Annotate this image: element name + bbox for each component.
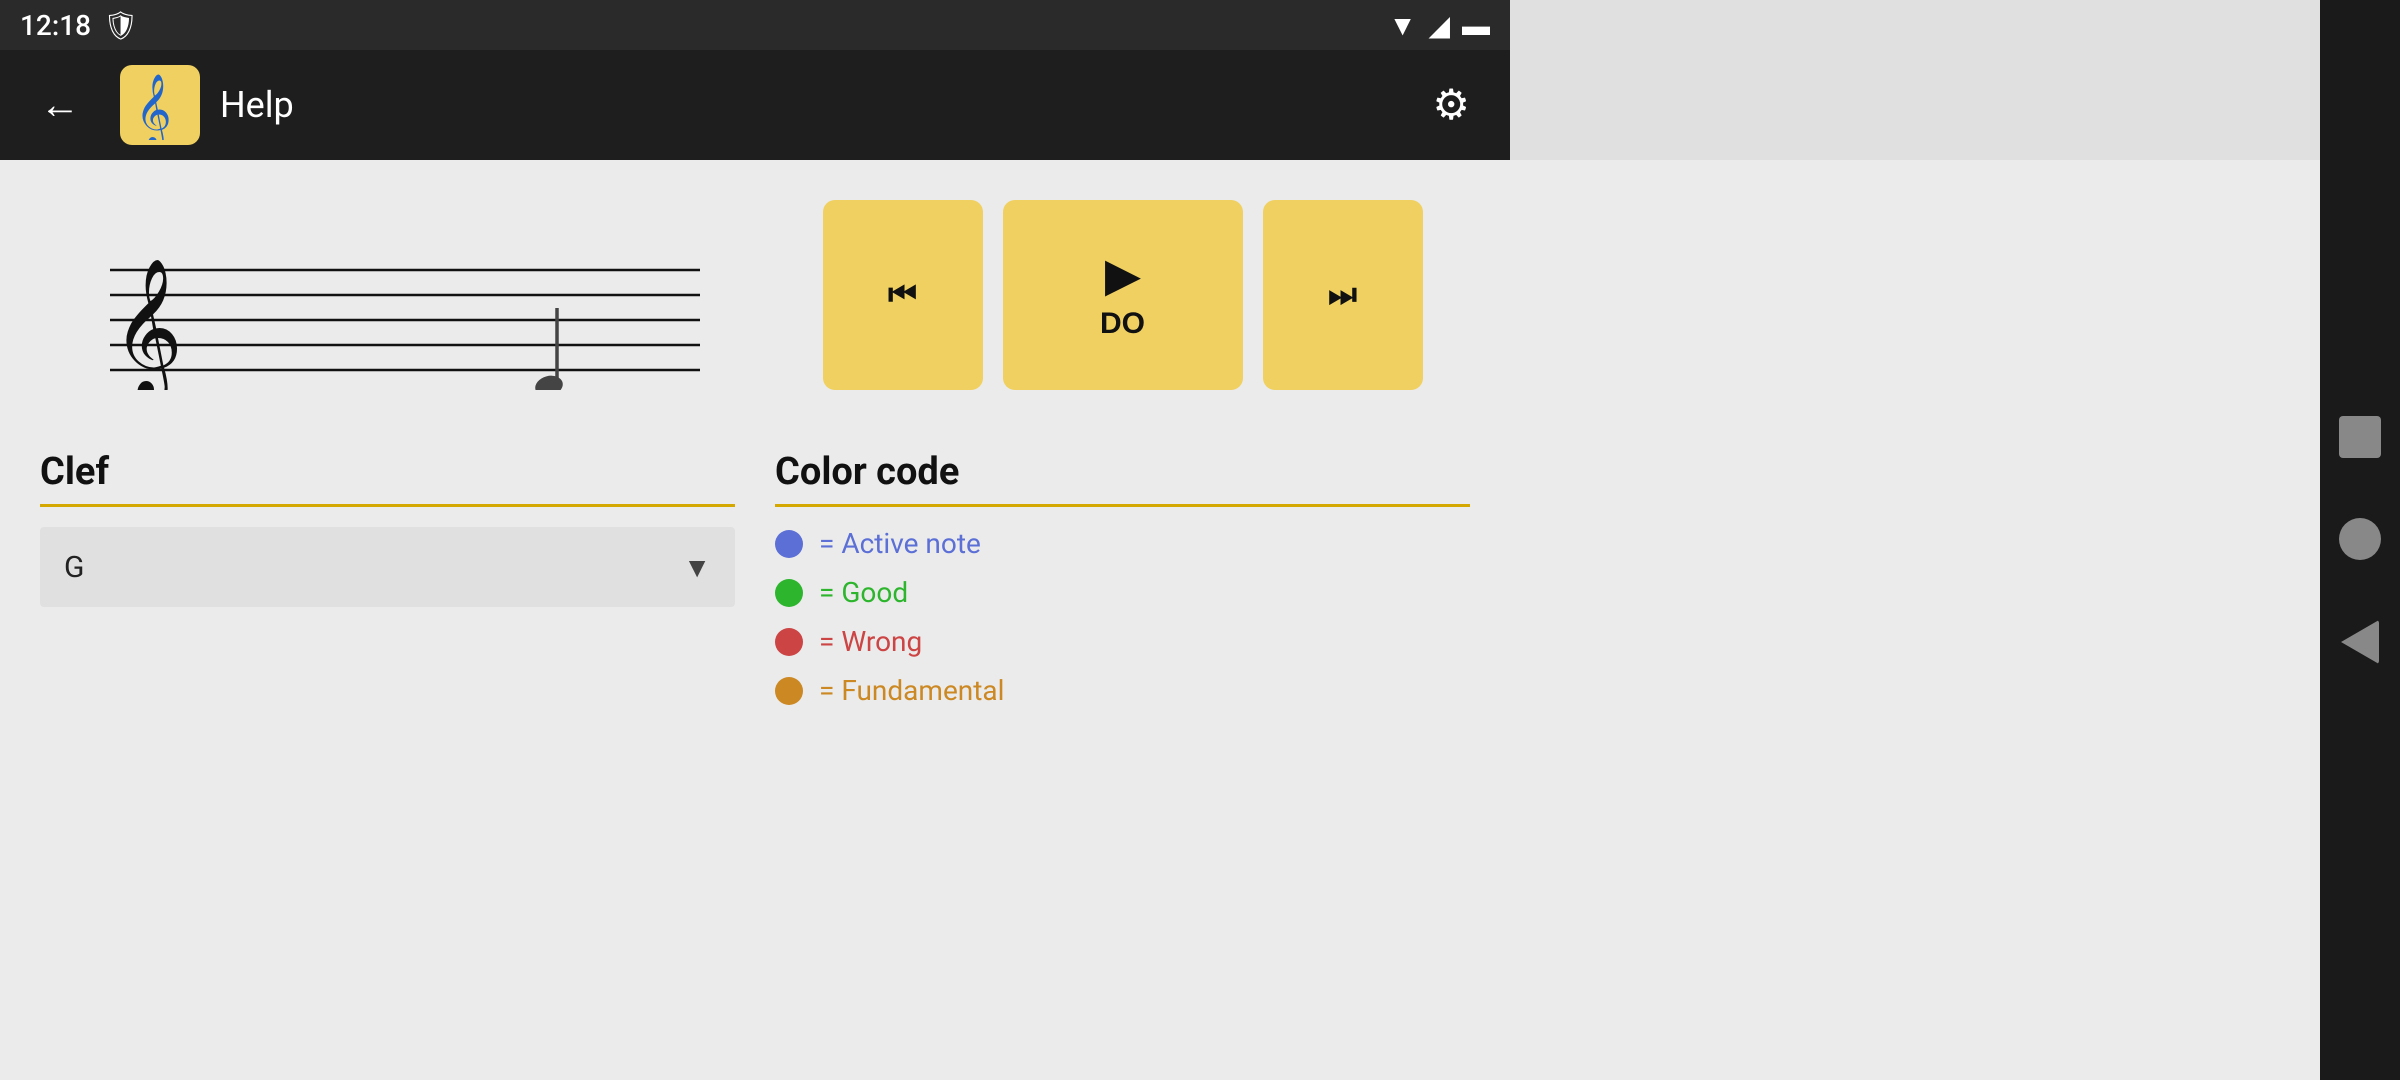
settings-button[interactable]: ⚙ <box>1412 70 1490 140</box>
staff-section: 𝄞 <box>40 190 735 410</box>
color-label: = Active note <box>819 527 981 560</box>
clef-section-title: Clef <box>40 450 735 494</box>
bottom-content-row: Clef G ▼ Color code = Active note= Good=… <box>40 450 1470 707</box>
next-icon: ⏭ <box>1328 276 1357 314</box>
shield-icon: 🛡 <box>103 9 139 42</box>
clef-divider <box>40 504 735 507</box>
app-icon: 𝄞 <box>120 65 200 145</box>
color-dot <box>775 579 803 607</box>
back-button[interactable]: ← <box>20 75 100 135</box>
wifi-icon: ▼ <box>1389 9 1417 42</box>
status-bar-right: ▼ ◢ ▬ <box>1389 9 1490 42</box>
color-item: = Active note <box>775 527 1470 560</box>
home-button[interactable] <box>2339 518 2381 560</box>
color-items-list: = Active note = Good = Wrong = Fundamental <box>775 527 1470 707</box>
side-panel <box>2320 0 2400 1080</box>
battery-icon: ▬ <box>1462 9 1490 42</box>
svg-text:𝄞: 𝄞 <box>112 260 183 390</box>
color-dot <box>775 677 803 705</box>
color-dot <box>775 628 803 656</box>
play-icon: ▶ <box>1106 250 1140 301</box>
color-code-section: Color code = Active note = Good = Wrong = F… <box>775 450 1470 707</box>
clef-value: G <box>64 550 84 585</box>
app-bar: ← 𝄞 Help ⚙ <box>0 50 1510 160</box>
clef-dropdown[interactable]: G ▼ <box>40 527 735 607</box>
playback-section: ⏮ ▶ DO ⏭ <box>775 190 1470 410</box>
page-title: Help <box>220 84 1412 126</box>
dropdown-arrow-icon: ▼ <box>683 551 711 584</box>
next-button[interactable]: ⏭ <box>1263 200 1423 390</box>
color-code-title: Color code <box>775 450 1470 494</box>
color-label: = Fundamental <box>819 674 1004 707</box>
color-item: = Good <box>775 576 1470 609</box>
signal-icon: ◢ <box>1428 9 1450 42</box>
recent-apps-button[interactable] <box>2339 416 2381 458</box>
prev-icon: ⏮ <box>888 276 917 314</box>
status-bar-left: 12:18 🛡 <box>20 9 139 42</box>
color-label: = Good <box>819 576 908 609</box>
status-bar: 12:18 🛡 ▼ ◢ ▬ <box>0 0 1510 50</box>
play-button[interactable]: ▶ DO <box>1003 200 1243 390</box>
clef-section: Clef G ▼ <box>40 450 735 707</box>
off-canvas-area <box>1510 160 2320 1080</box>
staff-display: 𝄞 <box>40 190 720 390</box>
time-display: 12:18 <box>20 9 91 42</box>
color-code-divider <box>775 504 1470 507</box>
play-note-label: DO <box>1100 307 1145 341</box>
color-item: = Fundamental <box>775 674 1470 707</box>
color-dot <box>775 530 803 558</box>
prev-button[interactable]: ⏮ <box>823 200 983 390</box>
playback-controls: ⏮ ▶ DO ⏭ <box>775 200 1470 390</box>
top-content-row: 𝄞 ⏮ ▶ DO ⏭ <box>40 190 1470 410</box>
color-label: = Wrong <box>819 625 922 658</box>
color-item: = Wrong <box>775 625 1470 658</box>
main-content: 𝄞 ⏮ ▶ DO ⏭ <box>0 160 1510 1080</box>
svg-text:𝄞: 𝄞 <box>135 74 172 140</box>
back-nav-button[interactable] <box>2341 620 2379 664</box>
